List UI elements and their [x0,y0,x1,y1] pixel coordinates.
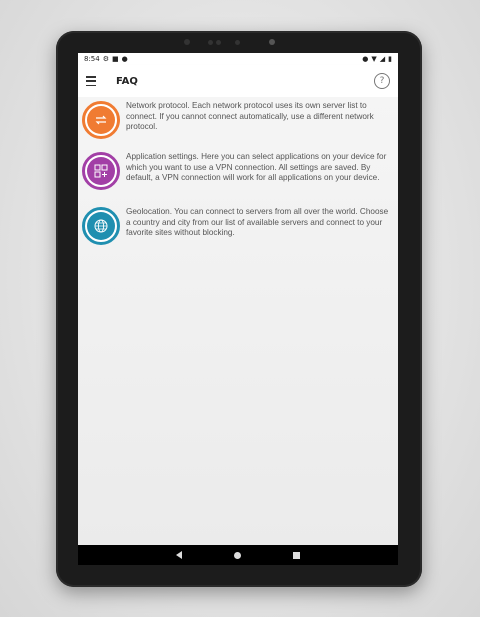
front-camera [184,39,190,45]
sensor-dot [235,40,240,45]
protocol-switch-icon [95,115,107,125]
faq-item-geolocation: Geolocation. You can connect to servers … [82,207,394,245]
help-icon[interactable]: ? [374,73,390,89]
nav-home-icon[interactable] [234,551,241,559]
faq-item-application-settings: Application settings. Here you can selec… [82,152,394,190]
vpn-status-icon: ● [362,55,369,63]
faq-item-network-protocol: Network protocol. Each network protocol … [82,101,394,139]
faq-item-text: Application settings. Here you can selec… [126,152,387,182]
status-time: 8:54 [84,55,100,63]
faq-item-text: Geolocation. You can connect to servers … [126,207,389,237]
app-grid-icon [94,164,108,178]
system-nav-bar [78,545,398,565]
hamburger-menu-icon[interactable] [86,76,100,86]
tablet-frame: 8:54 ⚙ ■ ● ● ▼ ◢ ▮ FAQ ? Network protoco… [56,31,422,587]
device-screen: 8:54 ⚙ ■ ● ● ▼ ◢ ▮ FAQ ? Network protoco… [78,53,398,565]
status-bar: 8:54 ⚙ ■ ● ● ▼ ◢ ▮ [78,53,398,65]
faq-item-text: Network protocol. Each network protocol … [126,101,374,131]
globe-icon [94,219,108,233]
faq-badge [82,152,120,190]
sensor-right [216,40,221,45]
faq-list: Network protocol. Each network protocol … [78,97,398,545]
page-title: FAQ [116,75,138,87]
nav-back-icon[interactable] [176,551,182,559]
app-notification-icon: ■ [112,55,119,63]
sensor-left [208,40,213,45]
wifi-icon: ▼ [371,55,377,63]
faq-badge [82,101,120,139]
camera-lens [269,39,275,45]
vpn-key-icon: ● [121,55,128,63]
app-bar: FAQ ? [78,65,398,97]
battery-icon: ▮ [388,55,392,63]
nav-recents-icon[interactable] [293,551,300,559]
settings-notification-icon: ⚙ [102,55,110,63]
signal-icon: ◢ [379,55,386,63]
faq-badge [82,207,120,245]
